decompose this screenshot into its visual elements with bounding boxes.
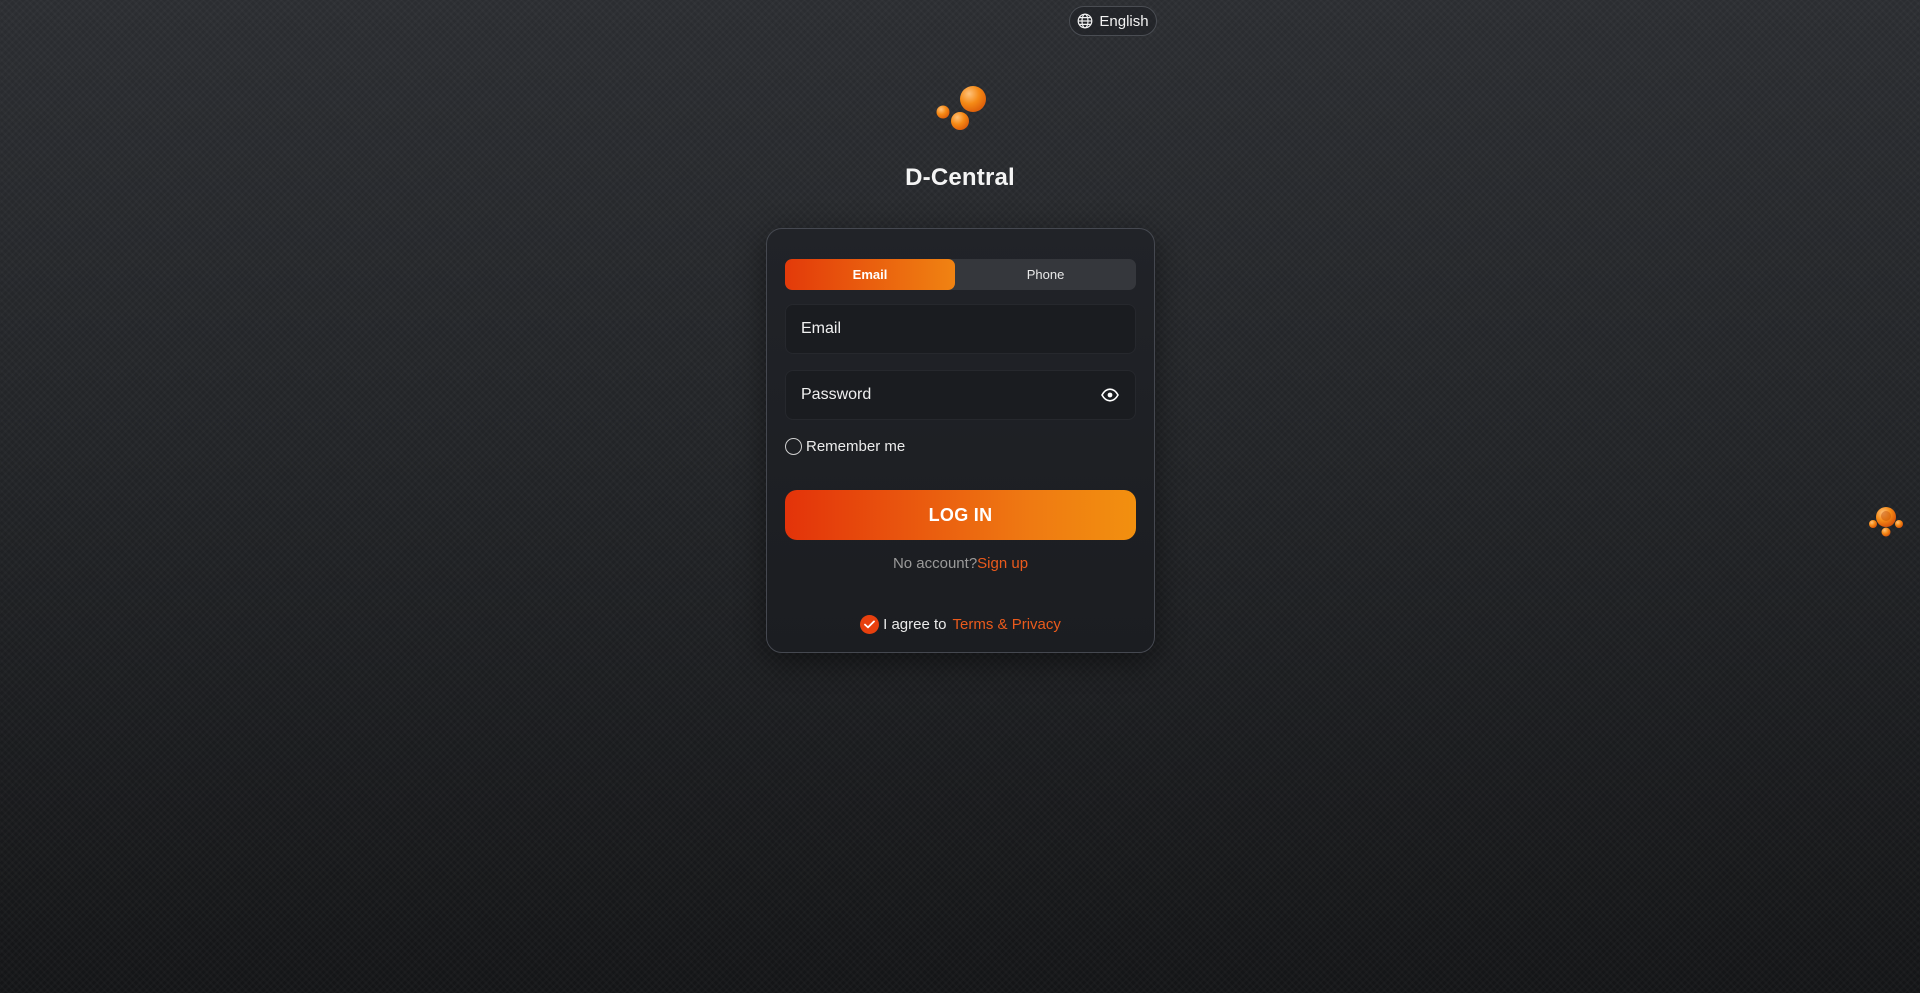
- eye-icon[interactable]: [1099, 384, 1121, 406]
- tab-phone[interactable]: Phone: [955, 259, 1136, 290]
- terms-text: I agree to: [883, 616, 947, 633]
- remember-me-checkbox[interactable]: Remember me: [785, 438, 905, 455]
- brand-title: D-Central: [905, 164, 1015, 191]
- signup-link[interactable]: Sign up: [977, 555, 1028, 572]
- password-field-wrapper: [785, 370, 1136, 420]
- signup-row: No account?Sign up: [767, 555, 1154, 572]
- brand-logo-icon: [930, 82, 990, 132]
- login-method-tabs: Email Phone: [785, 259, 1136, 290]
- support-bubbles-icon[interactable]: [1868, 503, 1904, 539]
- terms-privacy-link[interactable]: Terms & Privacy: [953, 616, 1061, 633]
- remember-me-label: Remember me: [806, 438, 906, 455]
- email-input[interactable]: [786, 305, 1135, 353]
- password-input[interactable]: [786, 371, 1099, 419]
- tab-email[interactable]: Email: [785, 259, 955, 290]
- signup-prompt: No account?: [892, 555, 978, 572]
- email-field-wrapper: [785, 304, 1136, 354]
- language-selector[interactable]: English: [1069, 6, 1157, 36]
- login-button[interactable]: LOG IN: [785, 490, 1136, 540]
- checkmark-icon: [864, 620, 876, 629]
- terms-row: I agree to Terms & Privacy: [767, 615, 1154, 634]
- globe-icon: [1077, 13, 1093, 29]
- terms-checkbox[interactable]: [860, 615, 880, 634]
- language-label: English: [1099, 12, 1149, 30]
- remember-me-circle[interactable]: [785, 438, 802, 455]
- login-card: Email Phone Remember me LOG IN No accoun…: [766, 228, 1155, 653]
